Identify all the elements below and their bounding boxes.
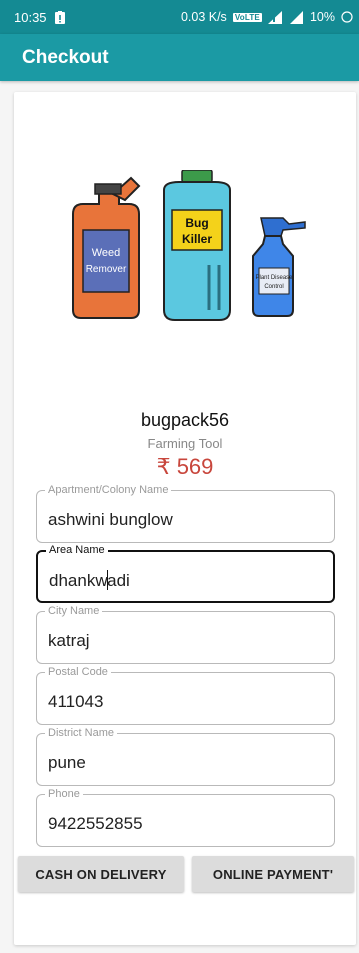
- status-bar: 10:35 0.03 K/s VoLTE 10%: [0, 0, 359, 34]
- can-label-2: Killer: [182, 232, 212, 246]
- apartment-value: ashwini bunglow: [48, 510, 173, 529]
- apartment-label: Apartment/Colony Name: [45, 483, 172, 497]
- area-value: dhankwadi: [49, 570, 130, 591]
- network-speed: 0.03 K/s: [180, 10, 227, 24]
- jug-graphic: Weed Remover: [72, 176, 141, 319]
- postal-code-field[interactable]: Postal Code 411043: [36, 665, 335, 725]
- product-image: Weed Remover Bug Killer Plant Disease Co…: [72, 170, 306, 321]
- district-label: District Name: [45, 726, 118, 740]
- district-value: pune: [48, 753, 86, 772]
- city-value: katraj: [48, 631, 90, 650]
- notification-icon: [54, 10, 65, 24]
- product-name: bugpack56: [140, 410, 230, 430]
- signal-icon-2: [289, 10, 303, 24]
- jug-label-1: Weed: [92, 247, 121, 259]
- battery-icon: [341, 11, 353, 23]
- volte-badge: VoLTE: [232, 12, 262, 22]
- online-payment-button[interactable]: ONLINE PAYMENT': [192, 856, 354, 892]
- phone-label: Phone: [45, 787, 83, 801]
- apartment-field[interactable]: Apartment/Colony Name ashwini bunglow: [36, 483, 335, 543]
- postal-code-value: 411043: [48, 692, 104, 711]
- spray-label-1: Plant Disease: [255, 275, 293, 281]
- district-field[interactable]: District Name pune: [36, 726, 335, 786]
- app-bar: Checkout: [0, 34, 359, 81]
- can-graphic: Bug Killer: [163, 170, 231, 321]
- can-label-1: Bug: [185, 216, 208, 230]
- spray-bottle-graphic: Plant Disease Control: [252, 217, 306, 317]
- city-label: City Name: [45, 604, 103, 618]
- phone-value: 9422552855: [48, 814, 143, 833]
- jug-label-2: Remover: [86, 264, 127, 275]
- spray-label-2: Control: [264, 284, 283, 290]
- city-field[interactable]: City Name katraj: [36, 604, 335, 664]
- area-label: Area Name: [46, 543, 108, 557]
- postal-code-label: Postal Code: [45, 665, 111, 679]
- clock: 10:35: [14, 9, 47, 25]
- product-category: Farming Tool: [147, 436, 223, 451]
- checkout-card: Weed Remover Bug Killer Plant Disease Co…: [14, 92, 356, 945]
- product-price: ₹ 569: [156, 454, 214, 479]
- area-field[interactable]: Area Name dhankwadi: [36, 543, 335, 603]
- page-title: Checkout: [22, 46, 109, 68]
- area-value-after-cursor: adi: [107, 571, 130, 590]
- phone-field[interactable]: Phone 9422552855: [36, 787, 335, 847]
- area-value-before-cursor: dhankw: [49, 571, 108, 590]
- cash-on-delivery-button[interactable]: CASH ON DELIVERY: [18, 856, 184, 892]
- signal-icon: [267, 10, 282, 24]
- battery-percent: 10%: [309, 10, 335, 24]
